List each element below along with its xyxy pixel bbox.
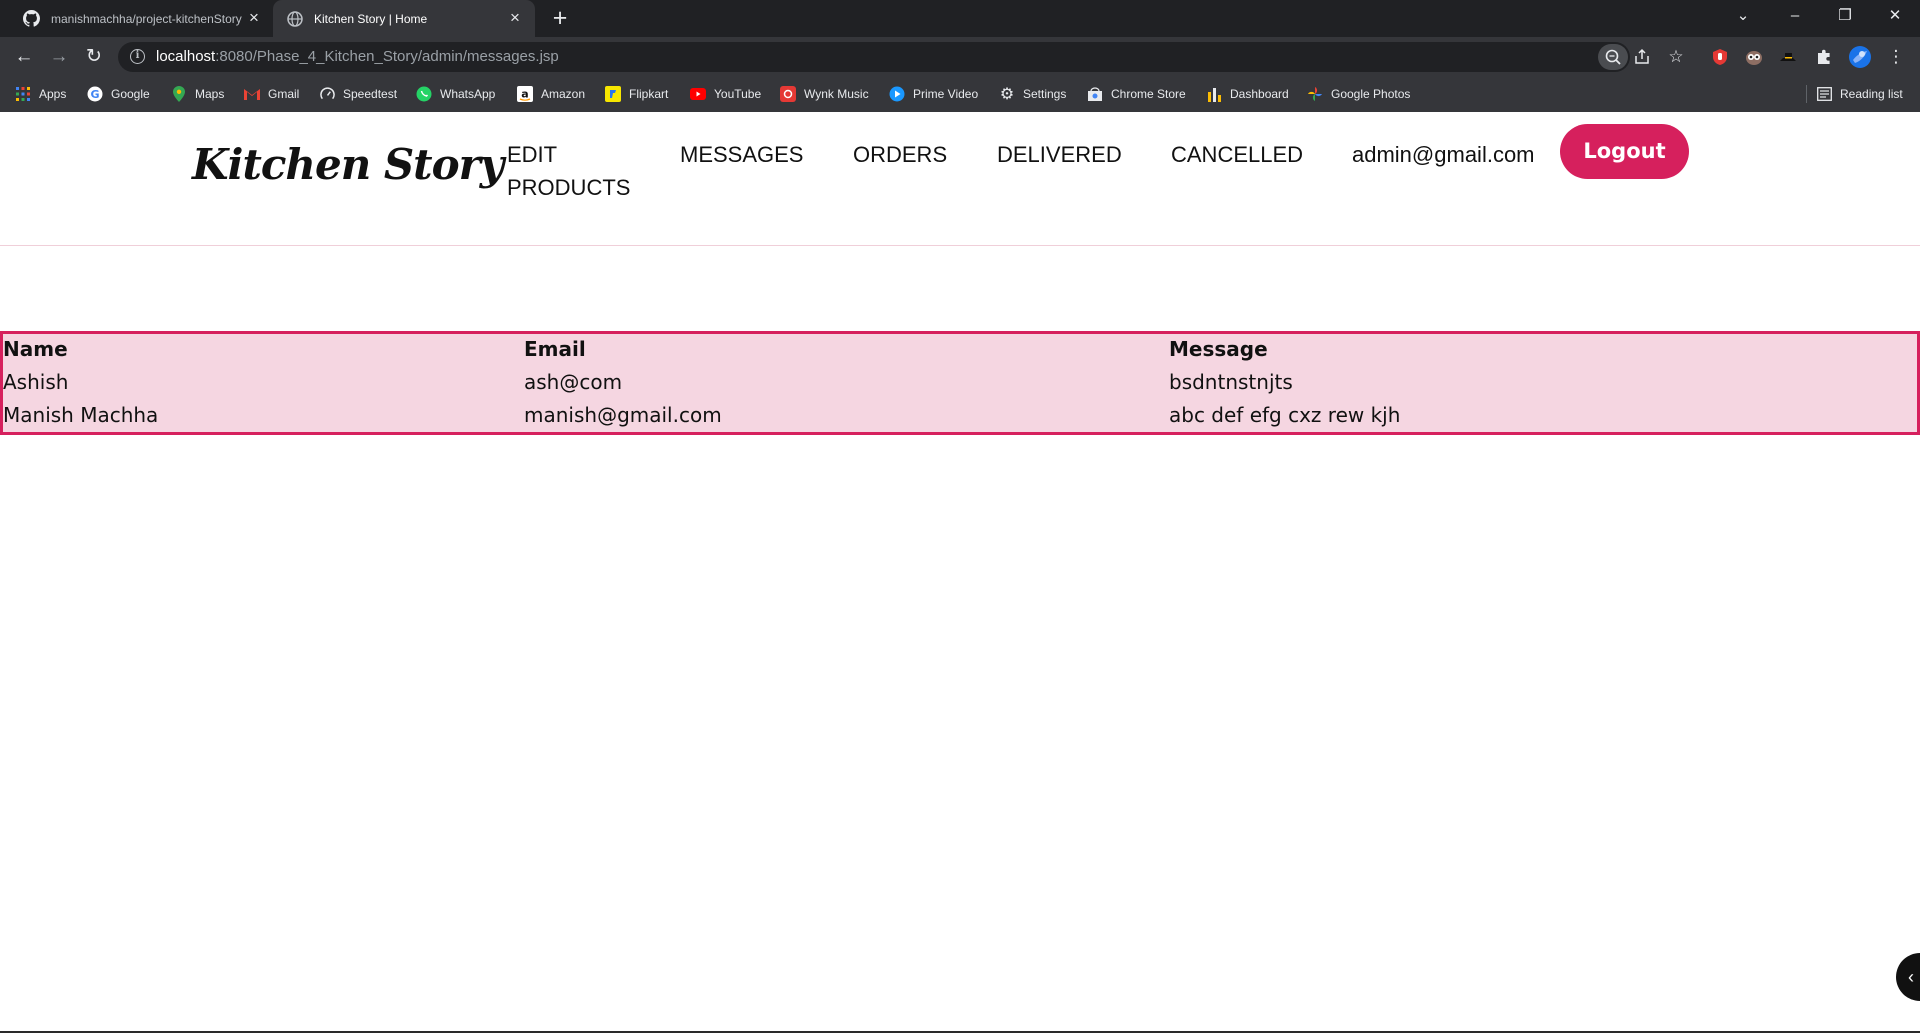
zoom-icon[interactable] [1598,44,1628,70]
profile-avatar-icon[interactable] [1848,45,1872,69]
new-tab-icon[interactable]: + [548,5,572,31]
bookmarks-divider [1806,85,1807,103]
google-icon: G [87,86,103,102]
bookmark-wynk-music[interactable]: Wynk Music [780,85,869,103]
close-tab-icon[interactable]: × [244,8,264,28]
tab-search-chevron-icon[interactable]: ⌄ [1718,0,1768,32]
apps-grid-icon [15,86,31,102]
prime-video-icon [889,86,905,102]
youtube-icon [690,86,706,102]
nav-edit-products[interactable]: EDIT PRODUCTS [507,138,647,204]
gmail-icon [244,86,260,102]
bookmark-google[interactable]: G Google [87,85,150,103]
close-window-icon[interactable]: ✕ [1870,0,1920,32]
extension-hat-icon[interactable] [1776,45,1800,69]
messages-table: Name Email Message Ashish ash@com bsdntn… [0,331,1920,435]
reload-icon[interactable]: ↻ [81,44,107,70]
column-header-message: Message [1169,337,1268,361]
svg-text:a: a [521,88,528,101]
github-icon [22,9,41,28]
site-logo[interactable]: Kitchen Story [192,140,504,189]
forward-arrow-icon[interactable]: → [46,44,72,70]
row-message: bsdntnstnjts [1169,370,1293,394]
amazon-icon: a [517,86,533,102]
site-info-icon[interactable]: i [130,49,145,64]
extension-red-icon[interactable] [1708,45,1732,69]
bookmark-google-photos[interactable]: Google Photos [1307,85,1410,103]
bookmark-gmail[interactable]: Gmail [244,85,299,103]
chrome-store-icon [1087,86,1103,102]
column-header-name: Name [3,337,68,361]
nav-orders[interactable]: ORDERS [853,138,947,171]
row-email: ash@com [524,370,623,394]
table-header-row: Name Email Message [3,334,1917,367]
logout-button[interactable]: Logout [1560,124,1689,179]
close-tab-icon[interactable]: × [505,8,525,28]
bookmark-speedtest[interactable]: Speedtest [319,85,397,103]
browser-toolbar: ← → ↻ i localhost:8080/Phase_4_Kitchen_S… [0,37,1920,76]
share-icon[interactable] [1630,45,1654,69]
url-text[interactable]: localhost:8080/Phase_4_Kitchen_Story/adm… [156,48,559,65]
bookmark-apps[interactable]: Apps [15,85,66,103]
bookmark-settings[interactable]: ⚙ Settings [999,85,1067,103]
dashboard-icon [1206,86,1222,102]
wynk-icon [780,86,796,102]
extension-owl-icon[interactable] [1742,45,1766,69]
reading-list-button[interactable]: Reading list [1816,85,1903,103]
back-arrow-icon[interactable]: ← [11,44,37,70]
user-email: admin@gmail.com [1352,142,1535,167]
bookmark-chrome-store[interactable]: Chrome Store [1087,85,1186,103]
maps-pin-icon [171,86,187,102]
reading-list-icon [1816,86,1832,102]
speedtest-icon [319,86,335,102]
nav-delivered[interactable]: DELIVERED [997,138,1122,171]
browser-tab-bar: manishmachha/project-kitchenStory × Kitc… [0,0,1920,37]
tab-title: manishmachha/project-kitchenStory [51,11,242,26]
bookmark-amazon[interactable]: a Amazon [517,85,585,103]
table-row: Manish Machha manish@gmail.com abc def e… [3,400,1917,433]
table-row: Ashish ash@com bsdntnstnjts [3,367,1917,400]
bookmark-maps[interactable]: Maps [171,85,224,103]
gear-icon: ⚙ [999,86,1015,103]
bookmark-youtube[interactable]: YouTube [690,85,761,103]
row-name: Ashish [3,370,69,394]
browser-tab-github[interactable]: manishmachha/project-kitchenStory × [12,0,274,37]
globe-icon [285,9,304,28]
google-photos-icon [1307,86,1323,102]
bookmarks-bar: Apps G Google Maps Gmail Speedtest Whats… [0,76,1920,112]
bookmark-prime-video[interactable]: Prime Video [889,85,978,103]
chrome-menu-icon[interactable]: ⋮ [1884,45,1908,69]
extensions-puzzle-icon[interactable] [1812,45,1836,69]
row-email: manish@gmail.com [524,403,722,427]
row-name: Manish Machha [3,403,159,427]
bookmark-flipkart[interactable]: Flipkart [605,85,668,103]
bookmark-star-icon[interactable]: ☆ [1664,45,1688,69]
restore-icon[interactable]: ❐ [1820,0,1870,32]
tab-title: Kitchen Story | Home [314,11,428,26]
column-header-email: Email [524,337,586,361]
nav-cancelled[interactable]: CANCELLED [1171,138,1303,171]
flipkart-icon [605,86,621,102]
chevron-left-icon[interactable]: ‹ [1896,953,1920,1001]
bookmark-whatsapp[interactable]: WhatsApp [416,85,495,103]
bookmark-dashboard[interactable]: Dashboard [1206,85,1289,103]
minimize-icon[interactable]: – [1770,0,1820,32]
row-message: abc def efg cxz rew kjh [1169,403,1401,427]
browser-tab-kitchen-story[interactable]: Kitchen Story | Home × [273,0,535,37]
site-header: Kitchen Story EDIT PRODUCTS MESSAGES ORD… [0,112,1920,246]
whatsapp-icon [416,86,432,102]
svg-text:G: G [90,88,99,101]
address-bar[interactable]: i localhost:8080/Phase_4_Kitchen_Story/a… [118,42,1630,72]
nav-messages[interactable]: MESSAGES [680,138,803,171]
